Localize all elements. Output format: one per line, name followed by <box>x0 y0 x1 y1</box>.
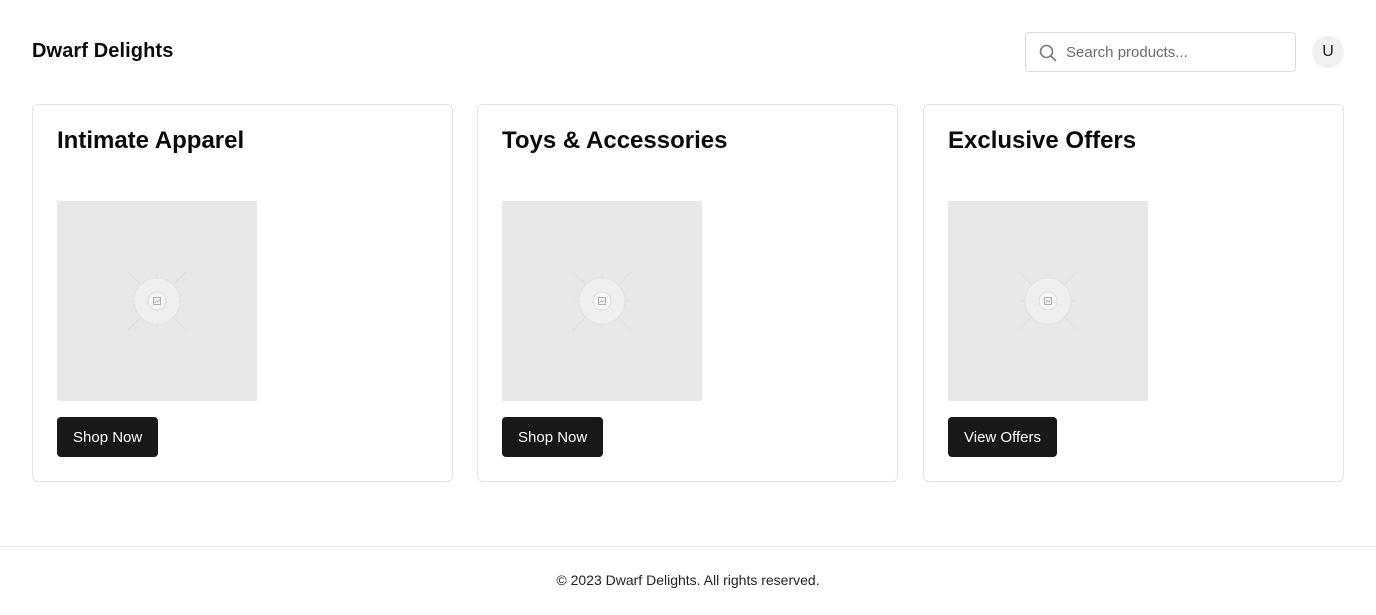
user-avatar[interactable]: U <box>1312 36 1344 68</box>
card-title: Toys & Accessories <box>502 127 728 154</box>
card-title: Exclusive Offers <box>948 127 1137 154</box>
card-image <box>57 201 257 401</box>
category-card-intimate-apparel: Intimate Apparel Shop Now <box>32 104 453 482</box>
card-title: Intimate Apparel <box>57 127 245 154</box>
shop-now-button[interactable]: Shop Now <box>57 417 159 457</box>
copyright-text: © 2023 Dwarf Delights. All rights reserv… <box>556 572 820 588</box>
brand-logo-text[interactable]: Dwarf Delights <box>32 40 173 63</box>
search-icon <box>1038 43 1058 63</box>
image-placeholder-icon <box>1017 270 1079 332</box>
image-placeholder-icon <box>126 270 188 332</box>
view-offers-button[interactable]: View Offers <box>948 417 1057 457</box>
site-footer: © 2023 Dwarf Delights. All rights reserv… <box>0 546 1376 615</box>
card-image <box>948 201 1148 401</box>
image-placeholder-icon <box>571 270 633 332</box>
category-card-exclusive-offers: Exclusive Offers View Offers <box>923 104 1344 482</box>
page: Dwarf Delights U Intimate Apparel <box>0 0 1376 615</box>
card-image <box>502 201 702 401</box>
category-card-toys-accessories: Toys & Accessories Shop Now <box>477 104 898 482</box>
site-header: Dwarf Delights U <box>0 0 1376 104</box>
search-box[interactable] <box>1025 32 1296 72</box>
shop-now-button[interactable]: Shop Now <box>502 417 604 457</box>
search-input[interactable] <box>1066 33 1290 71</box>
